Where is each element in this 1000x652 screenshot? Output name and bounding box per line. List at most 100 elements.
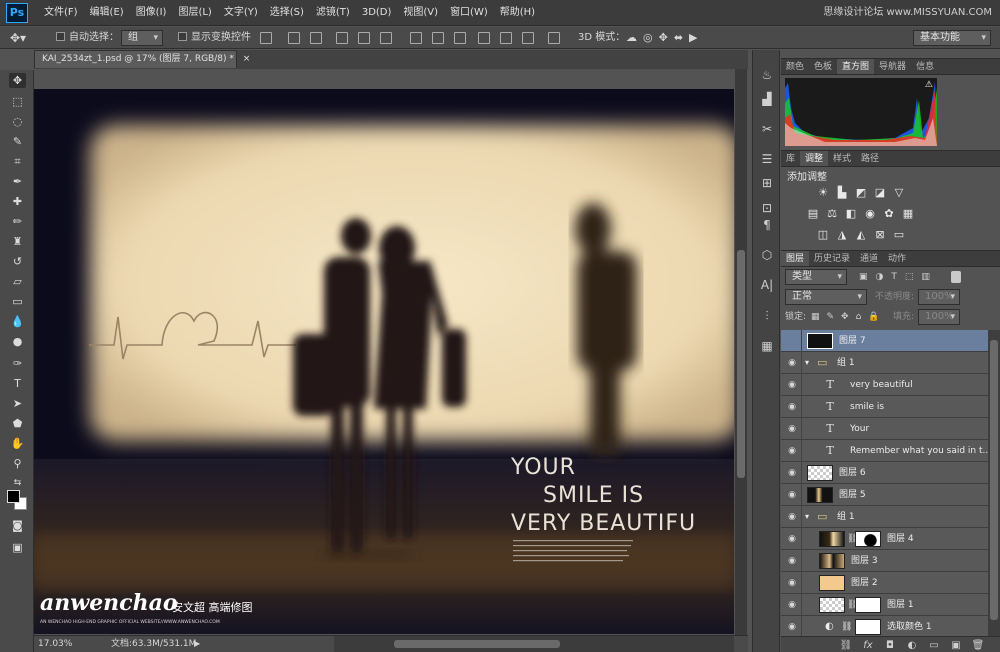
menu-view[interactable]: 视图(V) (397, 0, 444, 26)
align-left-icon[interactable] (336, 32, 348, 44)
eye-icon[interactable]: ◉ (786, 467, 798, 479)
layer-mask-thumbnail[interactable] (855, 597, 881, 613)
move-tool-preset-icon[interactable]: ✥▾ (10, 27, 26, 49)
color-lookup-icon[interactable]: ▦ (902, 208, 914, 219)
posterize-icon[interactable]: ◮ (836, 229, 848, 240)
layer-group-row[interactable]: ◉ ▾ ▭ 组 1 (781, 352, 988, 374)
tab-info[interactable]: 信息 (911, 59, 939, 74)
layer-filter-kind-select[interactable]: 类型 (785, 269, 847, 285)
notes-icon[interactable]: ▦ (758, 338, 776, 354)
hand-tool-icon[interactable]: ✋ (9, 436, 26, 451)
fill-input[interactable]: 100% (918, 309, 960, 325)
black-white-icon[interactable]: ◧ (845, 208, 857, 219)
channel-mixer-icon[interactable]: ✿ (883, 208, 895, 219)
gradient-map-icon[interactable]: ▭ (893, 229, 905, 240)
layer-filter-icons[interactable]: ▣◑T⬚▥ (859, 268, 938, 286)
layer-row[interactable]: ◉ T smile is (781, 396, 988, 418)
eraser-tool-icon[interactable]: ▱ (9, 274, 26, 289)
lasso-tool-icon[interactable]: ◌ (9, 114, 26, 129)
tab-paths[interactable]: 路径 (856, 151, 884, 166)
layer-row[interactable]: ◉ T very beautiful (781, 374, 988, 396)
menu-window[interactable]: 窗口(W) (444, 0, 494, 26)
lock-icons[interactable]: ▦✎✥⌂🔒 (811, 308, 887, 326)
layer-row[interactable]: ◉ T Remember what you said in t... (781, 440, 988, 462)
layer-row[interactable]: ◉ T Your (781, 418, 988, 440)
levels-icon[interactable]: ▙ (836, 187, 848, 198)
align-hcenter-icon[interactable] (358, 32, 370, 44)
align-top-icon[interactable] (260, 32, 272, 44)
expand-group-icon[interactable]: ▾ (805, 506, 809, 528)
3d-icon[interactable]: ⬡ (758, 247, 776, 263)
vibrance-icon[interactable]: ▽ (893, 187, 905, 198)
scrollbar-thumb[interactable] (394, 640, 560, 648)
shape-tool-icon[interactable]: ⬟ (9, 416, 26, 431)
eye-icon[interactable]: ◉ (786, 533, 798, 545)
quick-select-tool-icon[interactable]: ✎ (9, 134, 26, 149)
eye-icon[interactable]: ◉ (786, 511, 798, 523)
menu-file[interactable]: 文件(F) (38, 0, 84, 26)
layer-comps-icon[interactable]: ⫶ (758, 308, 776, 324)
workspace-select[interactable]: 基本功能 (913, 30, 991, 46)
menu-image[interactable]: 图像(I) (130, 0, 173, 26)
close-icon[interactable]: × (243, 54, 251, 64)
selective-color-icon[interactable]: ⊠ (874, 229, 886, 240)
distribute-vcenter-icon[interactable] (432, 32, 444, 44)
delete-layer-icon[interactable]: 🗑 (971, 639, 985, 652)
hue-saturation-icon[interactable]: ▤ (807, 208, 819, 219)
tab-actions[interactable]: 动作 (883, 251, 911, 266)
layer-row[interactable]: ◉ 图层 2 (781, 572, 988, 594)
layer-row[interactable]: ◉ 图层 6 (781, 462, 988, 484)
status-menu-arrow-icon[interactable]: ▶ (194, 636, 200, 652)
tab-color[interactable]: 颜色 (781, 59, 809, 74)
canvas-vertical-scrollbar[interactable] (735, 69, 747, 635)
3d-mode-tools-icon[interactable]: ☁◎✥⬌▶ (626, 27, 704, 49)
add-mask-icon[interactable]: ◘ (883, 639, 897, 652)
layers-scrollbar[interactable] (988, 330, 1000, 636)
photo-filter-icon[interactable]: ◉ (864, 208, 876, 219)
eye-icon[interactable]: ◉ (786, 599, 798, 611)
distribute-bottom-icon[interactable] (454, 32, 466, 44)
menu-3d[interactable]: 3D(D) (356, 0, 398, 26)
clone-source-icon[interactable]: ✂ (758, 121, 776, 137)
layer-mask-thumbnail[interactable] (855, 531, 881, 547)
auto-align-icon[interactable] (548, 32, 560, 44)
eye-icon[interactable]: ◉ (786, 445, 798, 457)
distribute-right-icon[interactable] (522, 32, 534, 44)
distribute-left-icon[interactable] (478, 32, 490, 44)
layer-style-icon[interactable]: fx (861, 639, 875, 652)
distribute-hcenter-icon[interactable] (500, 32, 512, 44)
new-adjustment-icon[interactable]: ◐ (905, 639, 919, 652)
tab-navigator[interactable]: 导航器 (874, 59, 911, 74)
properties-icon[interactable]: ☰ (758, 151, 776, 167)
layer-group-row[interactable]: ◉ ▾ ▭ 组 1 (781, 506, 988, 528)
tab-layers[interactable]: 图层 (781, 251, 810, 266)
distribute-top-icon[interactable] (410, 32, 422, 44)
menu-type[interactable]: 文字(Y) (218, 0, 264, 26)
crop-tool-icon[interactable]: ⌗ (9, 154, 26, 169)
exposure-icon[interactable]: ◪ (874, 187, 886, 198)
scrollbar-thumb[interactable] (737, 250, 745, 478)
screen-mode-icon[interactable]: ▣ (9, 540, 26, 555)
type-tool-icon[interactable]: T (9, 376, 26, 391)
eye-icon[interactable]: ◉ (786, 489, 798, 501)
menu-select[interactable]: 选择(S) (264, 0, 310, 26)
invert-icon[interactable]: ◫ (817, 229, 829, 240)
eye-icon[interactable]: ◉ (786, 379, 798, 391)
menu-filter[interactable]: 滤镜(T) (310, 0, 356, 26)
marquee-tool-icon[interactable]: ⬚ (9, 94, 26, 109)
curves-icon[interactable]: ◩ (855, 187, 867, 198)
visibility-toggle[interactable] (786, 335, 798, 347)
brightness-contrast-icon[interactable]: ☀ (817, 187, 829, 198)
eye-icon[interactable]: ◉ (786, 423, 798, 435)
brush-presets-icon[interactable]: ▟ (758, 91, 776, 107)
align-right-icon[interactable] (380, 32, 392, 44)
new-group-icon[interactable]: ▭ (927, 639, 941, 652)
blur-tool-icon[interactable]: 💧 (9, 314, 26, 329)
layer-mask-thumbnail[interactable] (855, 619, 881, 635)
layer-row[interactable]: ◉ 图层 3 (781, 550, 988, 572)
dodge-tool-icon[interactable]: ● (9, 334, 26, 349)
measurement-icon[interactable]: ⊞ (758, 175, 776, 191)
tab-history[interactable]: 历史记录 (809, 251, 855, 266)
menu-edit[interactable]: 编辑(E) (84, 0, 130, 26)
expand-group-icon[interactable]: ▾ (805, 352, 809, 374)
